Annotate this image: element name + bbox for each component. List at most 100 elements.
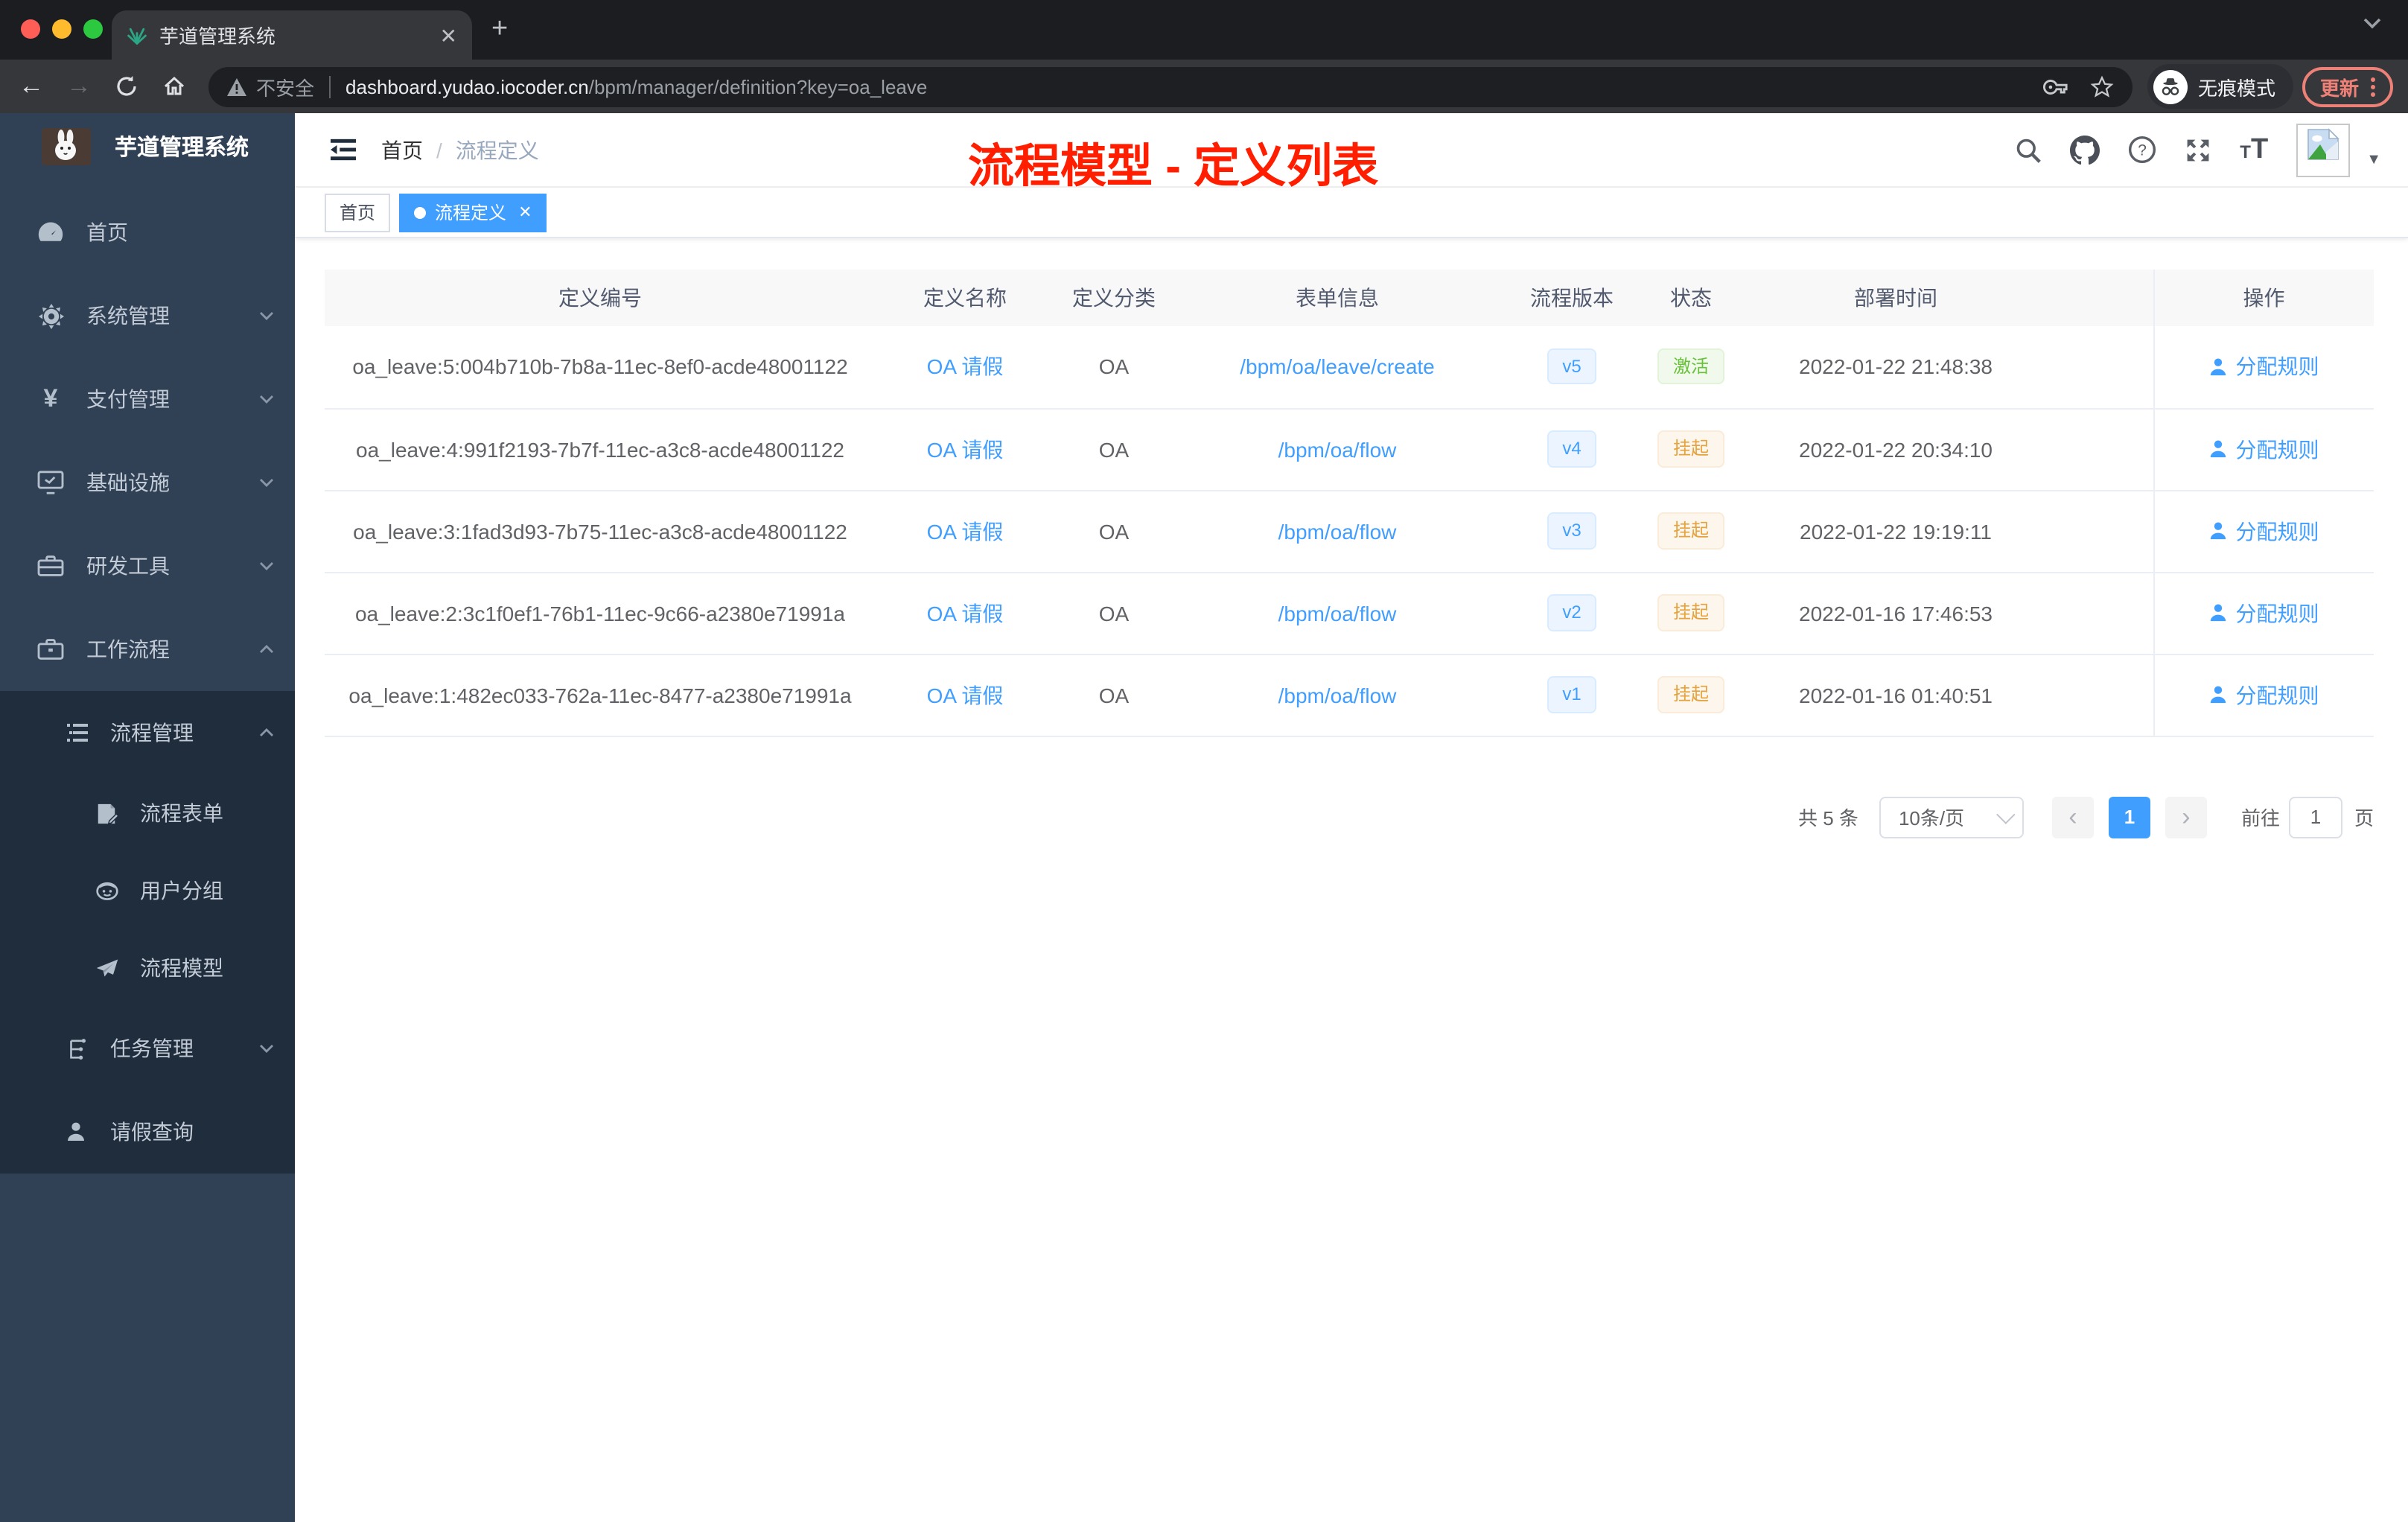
- sidebar-collapse-icon[interactable]: [316, 123, 369, 176]
- goto-label: 前往: [2240, 807, 2280, 830]
- current-page-button[interactable]: 1: [2108, 796, 2150, 838]
- sidebar-item-leave-query[interactable]: 请假查询: [0, 1090, 295, 1174]
- select-chevron-down-icon: [1996, 805, 2016, 824]
- person-icon: [2211, 357, 2226, 375]
- sidebar-item-workflow[interactable]: 工作流程: [0, 608, 295, 691]
- monitor-icon: [36, 471, 66, 494]
- status-badge: 挂起: [1657, 676, 1724, 713]
- dashboard-icon: [36, 220, 66, 244]
- next-page-button[interactable]: ›: [2165, 796, 2207, 838]
- person-icon: [2211, 686, 2226, 704]
- form-link[interactable]: /bpm/oa/flow: [1278, 519, 1397, 543]
- help-icon[interactable]: ?: [2128, 136, 2156, 164]
- sidebar-item-dev-tools[interactable]: 研发工具: [0, 524, 295, 608]
- close-window-button[interactable]: [21, 19, 40, 39]
- person-icon: [2211, 440, 2226, 458]
- sidebar-item-label: 基础设施: [86, 471, 170, 494]
- breadcrumb: 首页 / 流程定义: [381, 135, 539, 165]
- sidebar-item-user-group[interactable]: 用户分组: [0, 852, 295, 929]
- bookmark-star-icon[interactable]: [2089, 74, 2115, 99]
- browser-tabstrip: 芋道管理系统 ✕ +: [0, 0, 2408, 60]
- tab-overflow-chevron-icon[interactable]: [2363, 18, 2381, 30]
- assign-rule-link[interactable]: 分配规则: [2209, 598, 2319, 628]
- tag-label: 首页: [340, 203, 376, 223]
- form-link[interactable]: /bpm/oa/flow: [1278, 437, 1397, 461]
- incognito-icon: [2153, 69, 2188, 104]
- col-definition-name: 定义名称: [876, 270, 1054, 326]
- annotation-title: 流程模型 - 定义列表: [968, 140, 1379, 192]
- not-secure-warning-icon: [227, 77, 246, 95]
- github-icon[interactable]: [2070, 135, 2100, 165]
- sidebar-item-label: 流程模型: [140, 956, 223, 980]
- goto-page-input[interactable]: [2288, 796, 2342, 838]
- new-tab-button[interactable]: +: [491, 15, 508, 43]
- sidebar-item-label: 支付管理: [86, 387, 170, 411]
- cell-category: OA: [1054, 490, 1173, 573]
- definition-name-link[interactable]: OA 请假: [927, 519, 1004, 543]
- assign-rule-link[interactable]: 分配规则: [2209, 680, 2319, 710]
- chevron-down-icon: [260, 562, 273, 570]
- cell-deploy-time: 2022-01-22 19:19:11: [1739, 490, 2052, 573]
- browser-tab[interactable]: 芋道管理系统 ✕: [112, 10, 472, 60]
- browser-menu-icon[interactable]: [2371, 77, 2375, 96]
- search-icon[interactable]: [2015, 136, 2042, 163]
- form-link[interactable]: /bpm/oa/flow: [1278, 601, 1397, 625]
- robot-icon: [95, 880, 122, 901]
- tag-process-definition[interactable]: 流程定义 ✕: [399, 193, 547, 232]
- sidebar-item-process-management[interactable]: 流程管理: [0, 691, 295, 774]
- maximize-window-button[interactable]: [83, 19, 103, 39]
- home-button[interactable]: [155, 67, 194, 106]
- forward-button[interactable]: →: [60, 67, 98, 106]
- sidebar-item-process-model[interactable]: 流程模型: [0, 929, 295, 1007]
- tag-home[interactable]: 首页: [325, 193, 391, 232]
- col-filler: [2052, 270, 2153, 326]
- svg-text:?: ?: [2138, 142, 2147, 159]
- tag-close-icon[interactable]: ✕: [518, 203, 532, 222]
- page-size-select[interactable]: 10条/页: [1879, 796, 2024, 838]
- assign-rule-link[interactable]: 分配规则: [2209, 352, 2319, 382]
- definition-name-link[interactable]: OA 请假: [927, 355, 1004, 379]
- browser-update-button[interactable]: 更新: [2302, 66, 2393, 106]
- reload-button[interactable]: [107, 67, 146, 106]
- tag-label: 流程定义: [435, 203, 507, 223]
- sidebar-item-system[interactable]: 系统管理: [0, 274, 295, 357]
- form-link[interactable]: /bpm/oa/leave/create: [1240, 355, 1435, 379]
- fullscreen-icon[interactable]: [2185, 136, 2211, 163]
- assign-rule-link[interactable]: 分配规则: [2209, 434, 2319, 464]
- definition-name-link[interactable]: OA 请假: [927, 683, 1004, 707]
- status-badge: 挂起: [1657, 430, 1724, 468]
- avatar-dropdown-caret-icon[interactable]: ▼: [2366, 152, 2381, 168]
- breadcrumb-separator: /: [436, 138, 442, 162]
- sidebar-item-label: 流程表单: [140, 801, 223, 825]
- url-bar[interactable]: 不安全 dashboard.yudao.iocoder.cn/bpm/manag…: [208, 66, 2133, 106]
- sidebar-item-home[interactable]: 首页: [0, 191, 295, 274]
- definition-name-link[interactable]: OA 请假: [927, 437, 1004, 461]
- status-badge: 挂起: [1657, 594, 1724, 631]
- table-row: oa_leave:3:1fad3d93-7b75-11ec-a3c8-acde4…: [325, 490, 2374, 573]
- sidebar-item-infrastructure[interactable]: 基础设施: [0, 441, 295, 524]
- gear-icon: [36, 303, 66, 328]
- sidebar-item-process-form[interactable]: 流程表单: [0, 774, 295, 852]
- table-row: oa_leave:2:3c1f0ef1-76b1-11ec-9c66-a2380…: [325, 572, 2374, 655]
- minimize-window-button[interactable]: [52, 19, 71, 39]
- assign-rule-link[interactable]: 分配规则: [2209, 516, 2319, 546]
- table-row: oa_leave:4:991f2193-7b7f-11ec-a3c8-acde4…: [325, 408, 2374, 491]
- col-actions: 操作: [2153, 270, 2374, 326]
- font-size-icon[interactable]: TT: [2240, 133, 2268, 166]
- incognito-badge: 无痕模式: [2147, 64, 2293, 109]
- definition-name-link[interactable]: OA 请假: [927, 601, 1004, 625]
- form-link[interactable]: /bpm/oa/flow: [1278, 683, 1397, 707]
- back-button[interactable]: ←: [12, 67, 51, 106]
- breadcrumb-home[interactable]: 首页: [381, 135, 423, 165]
- avatar[interactable]: [2296, 123, 2351, 176]
- header-actions: ? TT ▼: [2015, 123, 2381, 176]
- url-host: dashboard.yudao.iocoder.cn: [345, 75, 589, 98]
- paper-plane-icon: [95, 958, 122, 978]
- col-status: 状态: [1643, 270, 1739, 326]
- sidebar-item-task-management[interactable]: 任务管理: [0, 1007, 295, 1090]
- prev-page-button[interactable]: ‹: [2051, 796, 2094, 838]
- password-key-icon[interactable]: [2042, 74, 2068, 99]
- app-logo-row[interactable]: 芋道管理系统: [0, 113, 295, 179]
- tab-close-icon[interactable]: ✕: [440, 25, 457, 45]
- sidebar-item-payment[interactable]: ¥ 支付管理: [0, 357, 295, 441]
